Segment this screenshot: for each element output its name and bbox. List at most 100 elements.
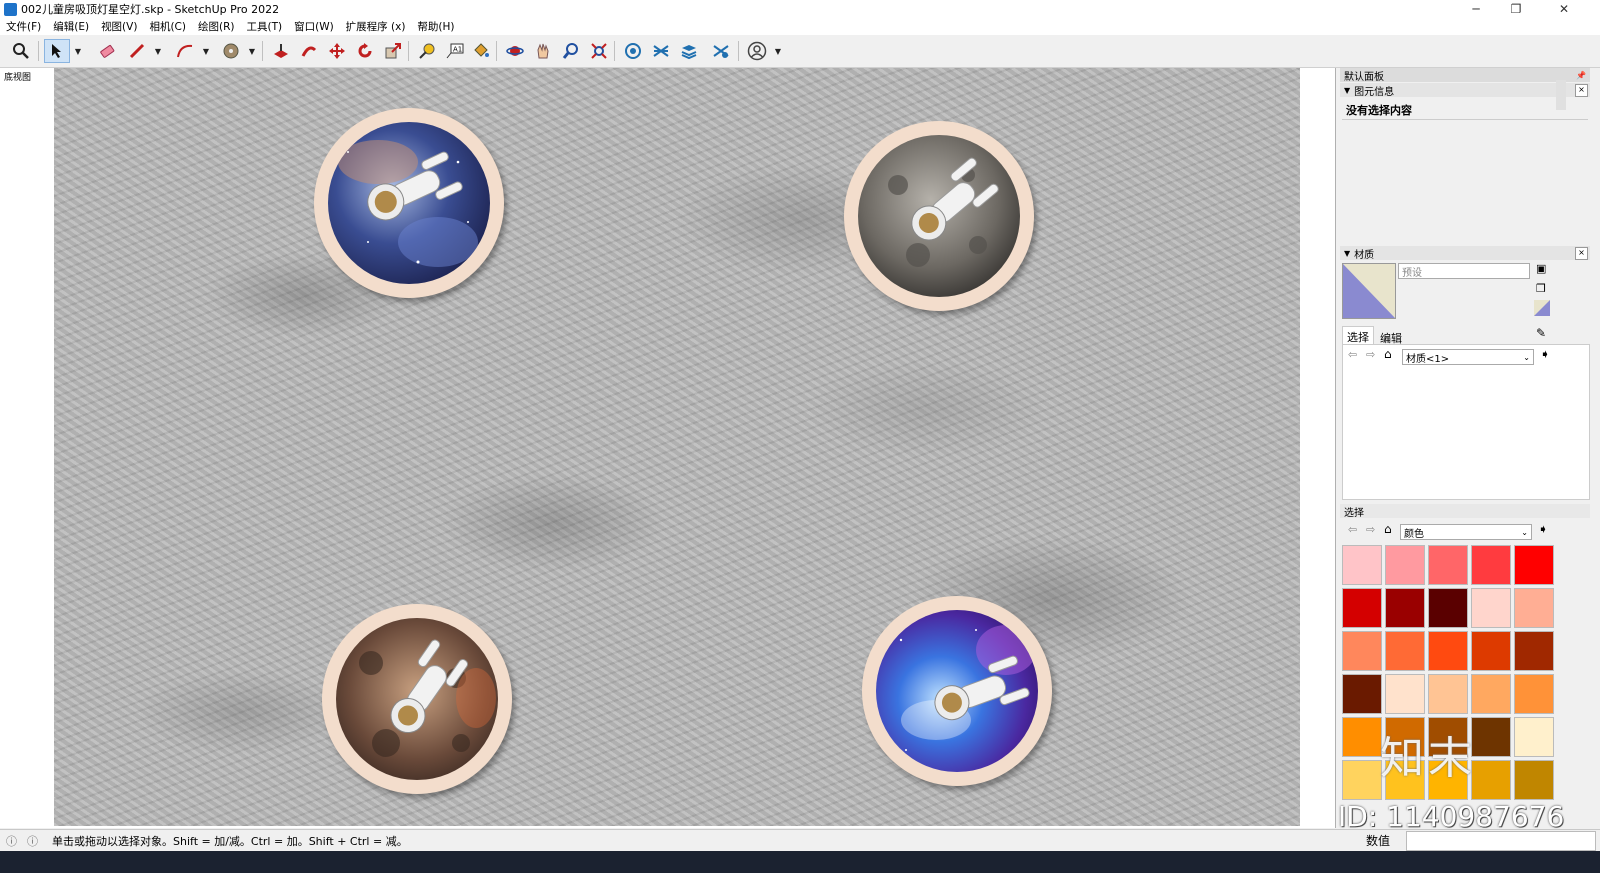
paint-bucket-icon[interactable] <box>468 39 494 63</box>
zoom-extents-icon[interactable] <box>586 39 612 63</box>
arc-icon[interactable] <box>172 39 198 63</box>
move-icon[interactable] <box>324 39 350 63</box>
menu-tools[interactable]: 工具(T) <box>240 19 288 34</box>
lamp-rock[interactable] <box>322 604 512 794</box>
color-swatch[interactable] <box>1342 674 1382 714</box>
display-secondary-icon[interactable]: ▣ <box>1536 262 1546 275</box>
menu-window[interactable]: 窗口(W) <box>288 19 340 34</box>
color-swatch[interactable] <box>1514 588 1554 628</box>
follow-me-icon[interactable] <box>296 39 322 63</box>
taskbar <box>0 851 1600 873</box>
color-swatch[interactable] <box>1385 674 1425 714</box>
color-swatch[interactable] <box>1514 760 1554 800</box>
pin-icon[interactable]: 📌 <box>1576 71 1586 80</box>
color-swatch[interactable] <box>1342 760 1382 800</box>
forward-icon[interactable]: ⇨ <box>1366 348 1375 361</box>
home-icon[interactable]: ⌂ <box>1384 522 1392 536</box>
orbit-icon[interactable] <box>502 39 528 63</box>
restore-icon[interactable]: ❐ <box>1496 0 1536 18</box>
arc-dropdown-icon[interactable]: ▼ <box>200 39 212 63</box>
geo-location-icon[interactable]: ⓘ <box>6 833 17 849</box>
menu-file[interactable]: 文件(F) <box>0 19 47 34</box>
color-swatch[interactable] <box>1471 717 1511 757</box>
shape-icon[interactable] <box>218 39 244 63</box>
color-swatch[interactable] <box>1342 717 1382 757</box>
color-swatch[interactable] <box>1471 760 1511 800</box>
home-icon[interactable]: ⌂ <box>1384 347 1392 361</box>
menu-extensions[interactable]: 扩展程序 (x) <box>340 19 412 34</box>
pan-icon[interactable] <box>530 39 556 63</box>
menu-help[interactable]: 帮助(H) <box>411 19 460 34</box>
extension-manager-icon[interactable] <box>708 39 734 63</box>
create-material-icon[interactable]: ❒ <box>1536 282 1546 295</box>
layers-icon[interactable] <box>676 39 702 63</box>
color-swatch[interactable] <box>1385 588 1425 628</box>
line-dropdown-icon[interactable]: ▼ <box>152 39 164 63</box>
back-icon[interactable]: ⇦ <box>1348 348 1357 361</box>
menu-edit[interactable]: 编辑(E) <box>47 19 95 34</box>
color-swatch[interactable] <box>1385 545 1425 585</box>
menu-camera[interactable]: 相机(C) <box>143 19 192 34</box>
styles-icon[interactable] <box>648 39 674 63</box>
materials-library[interactable] <box>1342 344 1590 500</box>
color-swatch[interactable] <box>1428 674 1468 714</box>
material-collection-dropdown[interactable]: 材质<1> ⌄ <box>1402 349 1534 365</box>
panel-scrollbar[interactable] <box>1556 80 1566 110</box>
nebula-image <box>328 122 490 284</box>
lamp-moon[interactable] <box>844 121 1034 311</box>
color-swatch[interactable] <box>1514 545 1554 585</box>
color-swatch[interactable] <box>1342 588 1382 628</box>
color-swatch[interactable] <box>1471 631 1511 671</box>
close-entity-info-icon[interactable]: × <box>1575 84 1588 97</box>
color-swatch[interactable] <box>1342 631 1382 671</box>
color-swatch[interactable] <box>1385 631 1425 671</box>
color-collection-dropdown[interactable]: 颜色 ⌄ <box>1400 524 1532 540</box>
material-name-input[interactable]: 预设 <box>1398 263 1530 279</box>
color-swatch[interactable] <box>1428 631 1468 671</box>
scale-icon[interactable] <box>380 39 406 63</box>
account-icon[interactable] <box>744 39 770 63</box>
components-icon[interactable] <box>620 39 646 63</box>
color-swatch[interactable] <box>1514 717 1554 757</box>
push-pull-icon[interactable] <box>268 39 294 63</box>
text-tool-icon[interactable]: A1 <box>442 39 468 63</box>
color-swatch[interactable] <box>1428 545 1468 585</box>
lamp-nebula[interactable] <box>314 108 504 298</box>
eraser-icon[interactable] <box>94 39 120 63</box>
close-icon[interactable]: ✕ <box>1544 0 1584 18</box>
color-swatch[interactable] <box>1471 588 1511 628</box>
tape-measure-icon[interactable] <box>414 39 440 63</box>
pencil-icon[interactable] <box>124 39 150 63</box>
color-swatch[interactable] <box>1514 674 1554 714</box>
select-tool-icon[interactable] <box>44 39 70 63</box>
toolbar: ▼ ▼ ▼ ▼ A1 ▼ <box>0 35 1600 68</box>
lamp-galaxy[interactable] <box>862 596 1052 786</box>
color-swatch[interactable] <box>1428 588 1468 628</box>
info-icon[interactable]: ⓘ <box>27 833 38 849</box>
default-material-icon[interactable] <box>1534 300 1550 319</box>
shape-dropdown-icon[interactable]: ▼ <box>246 39 258 63</box>
color-swatch[interactable] <box>1342 545 1382 585</box>
measurements-input[interactable] <box>1406 831 1596 851</box>
model-viewport[interactable]: 底视图 <box>0 68 1336 828</box>
sample-paint-icon[interactable]: ✎ <box>1536 326 1546 340</box>
entity-info-header[interactable]: ▼ 图元信息 × <box>1340 83 1590 98</box>
back-icon[interactable]: ⇦ <box>1348 523 1357 536</box>
minimize-icon[interactable]: ─ <box>1456 0 1496 18</box>
rotate-icon[interactable] <box>352 39 378 63</box>
color-swatch[interactable] <box>1471 545 1511 585</box>
menu-view[interactable]: 视图(V) <box>95 19 143 34</box>
details-arrow-icon[interactable]: ➧ <box>1540 347 1550 361</box>
menu-draw[interactable]: 绘图(R) <box>192 19 241 34</box>
forward-icon[interactable]: ⇨ <box>1366 523 1375 536</box>
material-preview <box>1342 263 1396 319</box>
select-dropdown-icon[interactable]: ▼ <box>72 39 84 63</box>
materials-header[interactable]: ▼ 材质 × <box>1340 246 1590 261</box>
close-materials-icon[interactable]: × <box>1575 247 1588 260</box>
details-arrow-icon[interactable]: ➧ <box>1538 522 1548 536</box>
search-icon[interactable] <box>8 39 34 63</box>
account-dropdown-icon[interactable]: ▼ <box>772 39 784 63</box>
color-swatch[interactable] <box>1514 631 1554 671</box>
color-swatch[interactable] <box>1471 674 1511 714</box>
zoom-icon[interactable] <box>558 39 584 63</box>
